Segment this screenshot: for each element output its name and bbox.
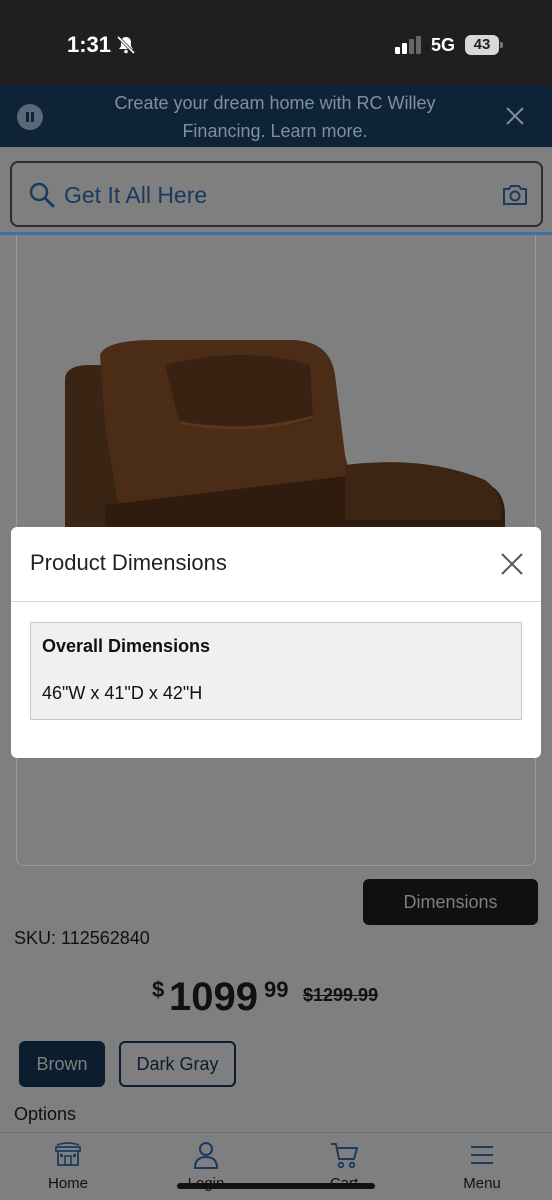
sku-text: SKU: 112562840: [14, 928, 150, 948]
price-dollar-sign: $: [152, 977, 165, 1002]
store-icon: [55, 1142, 81, 1166]
color-option-dark-gray[interactable]: Dark Gray: [119, 1041, 236, 1087]
nav-item-cart[interactable]: Cart: [284, 1133, 404, 1200]
close-icon[interactable]: [499, 551, 525, 577]
dimensions-panel: Overall Dimensions 46"W x 41"D x 42"H: [30, 622, 522, 720]
battery-tip: [500, 42, 503, 48]
color-option-brown[interactable]: Brown: [19, 1041, 105, 1087]
modal-title: Product Dimensions: [30, 550, 227, 575]
home-indicator: [177, 1183, 375, 1189]
pause-icon[interactable]: [17, 104, 43, 130]
promo-text[interactable]: Create your dream home with RC Willey Fi…: [80, 89, 470, 145]
dimensions-modal: Product Dimensions Overall Dimensions 46…: [11, 527, 541, 758]
battery-level: 43: [465, 35, 499, 55]
options-label: Options: [14, 1104, 77, 1124]
nav-label-home: Home: [47, 1175, 88, 1192]
status-time: 1:31: [67, 32, 112, 57]
promo-banner[interactable]: Create your dream home with RC Willey Fi…: [0, 85, 552, 147]
price-main: 1099: [169, 975, 258, 1019]
nav-label-menu: Menu: [463, 1175, 501, 1192]
price-cents: 99: [264, 977, 289, 1002]
search-placeholder: Get It All Here: [64, 182, 208, 208]
nav-item-login[interactable]: Login: [146, 1133, 266, 1200]
status-bar: 1:31 5G 43: [0, 0, 552, 85]
search-bar: Get It All Here: [0, 147, 552, 235]
camera-icon[interactable]: [501, 183, 529, 207]
search-input[interactable]: Get It All Here: [10, 161, 543, 227]
nav-item-menu[interactable]: Menu: [422, 1133, 542, 1200]
cart-icon: [331, 1143, 358, 1169]
dimensions-value: 46"W x 41"D x 42"H: [42, 683, 203, 703]
old-price: $1299.99: [303, 985, 379, 1005]
nav-item-home[interactable]: Home: [8, 1133, 128, 1200]
modal-divider: [11, 601, 541, 602]
bell-muted-icon: [116, 35, 136, 55]
battery-icon: 43: [465, 35, 503, 55]
bottom-nav: Home Login Cart Menu: [0, 1132, 552, 1200]
dimensions-heading: Overall Dimensions: [42, 636, 211, 656]
user-icon: [193, 1142, 219, 1169]
signal-icon: [395, 36, 421, 54]
close-icon[interactable]: [503, 104, 527, 128]
network-type: 5G: [431, 35, 456, 55]
dimensions-button[interactable]: Dimensions: [363, 879, 538, 925]
search-icon: [29, 182, 55, 208]
hamburger-icon: [471, 1146, 493, 1164]
